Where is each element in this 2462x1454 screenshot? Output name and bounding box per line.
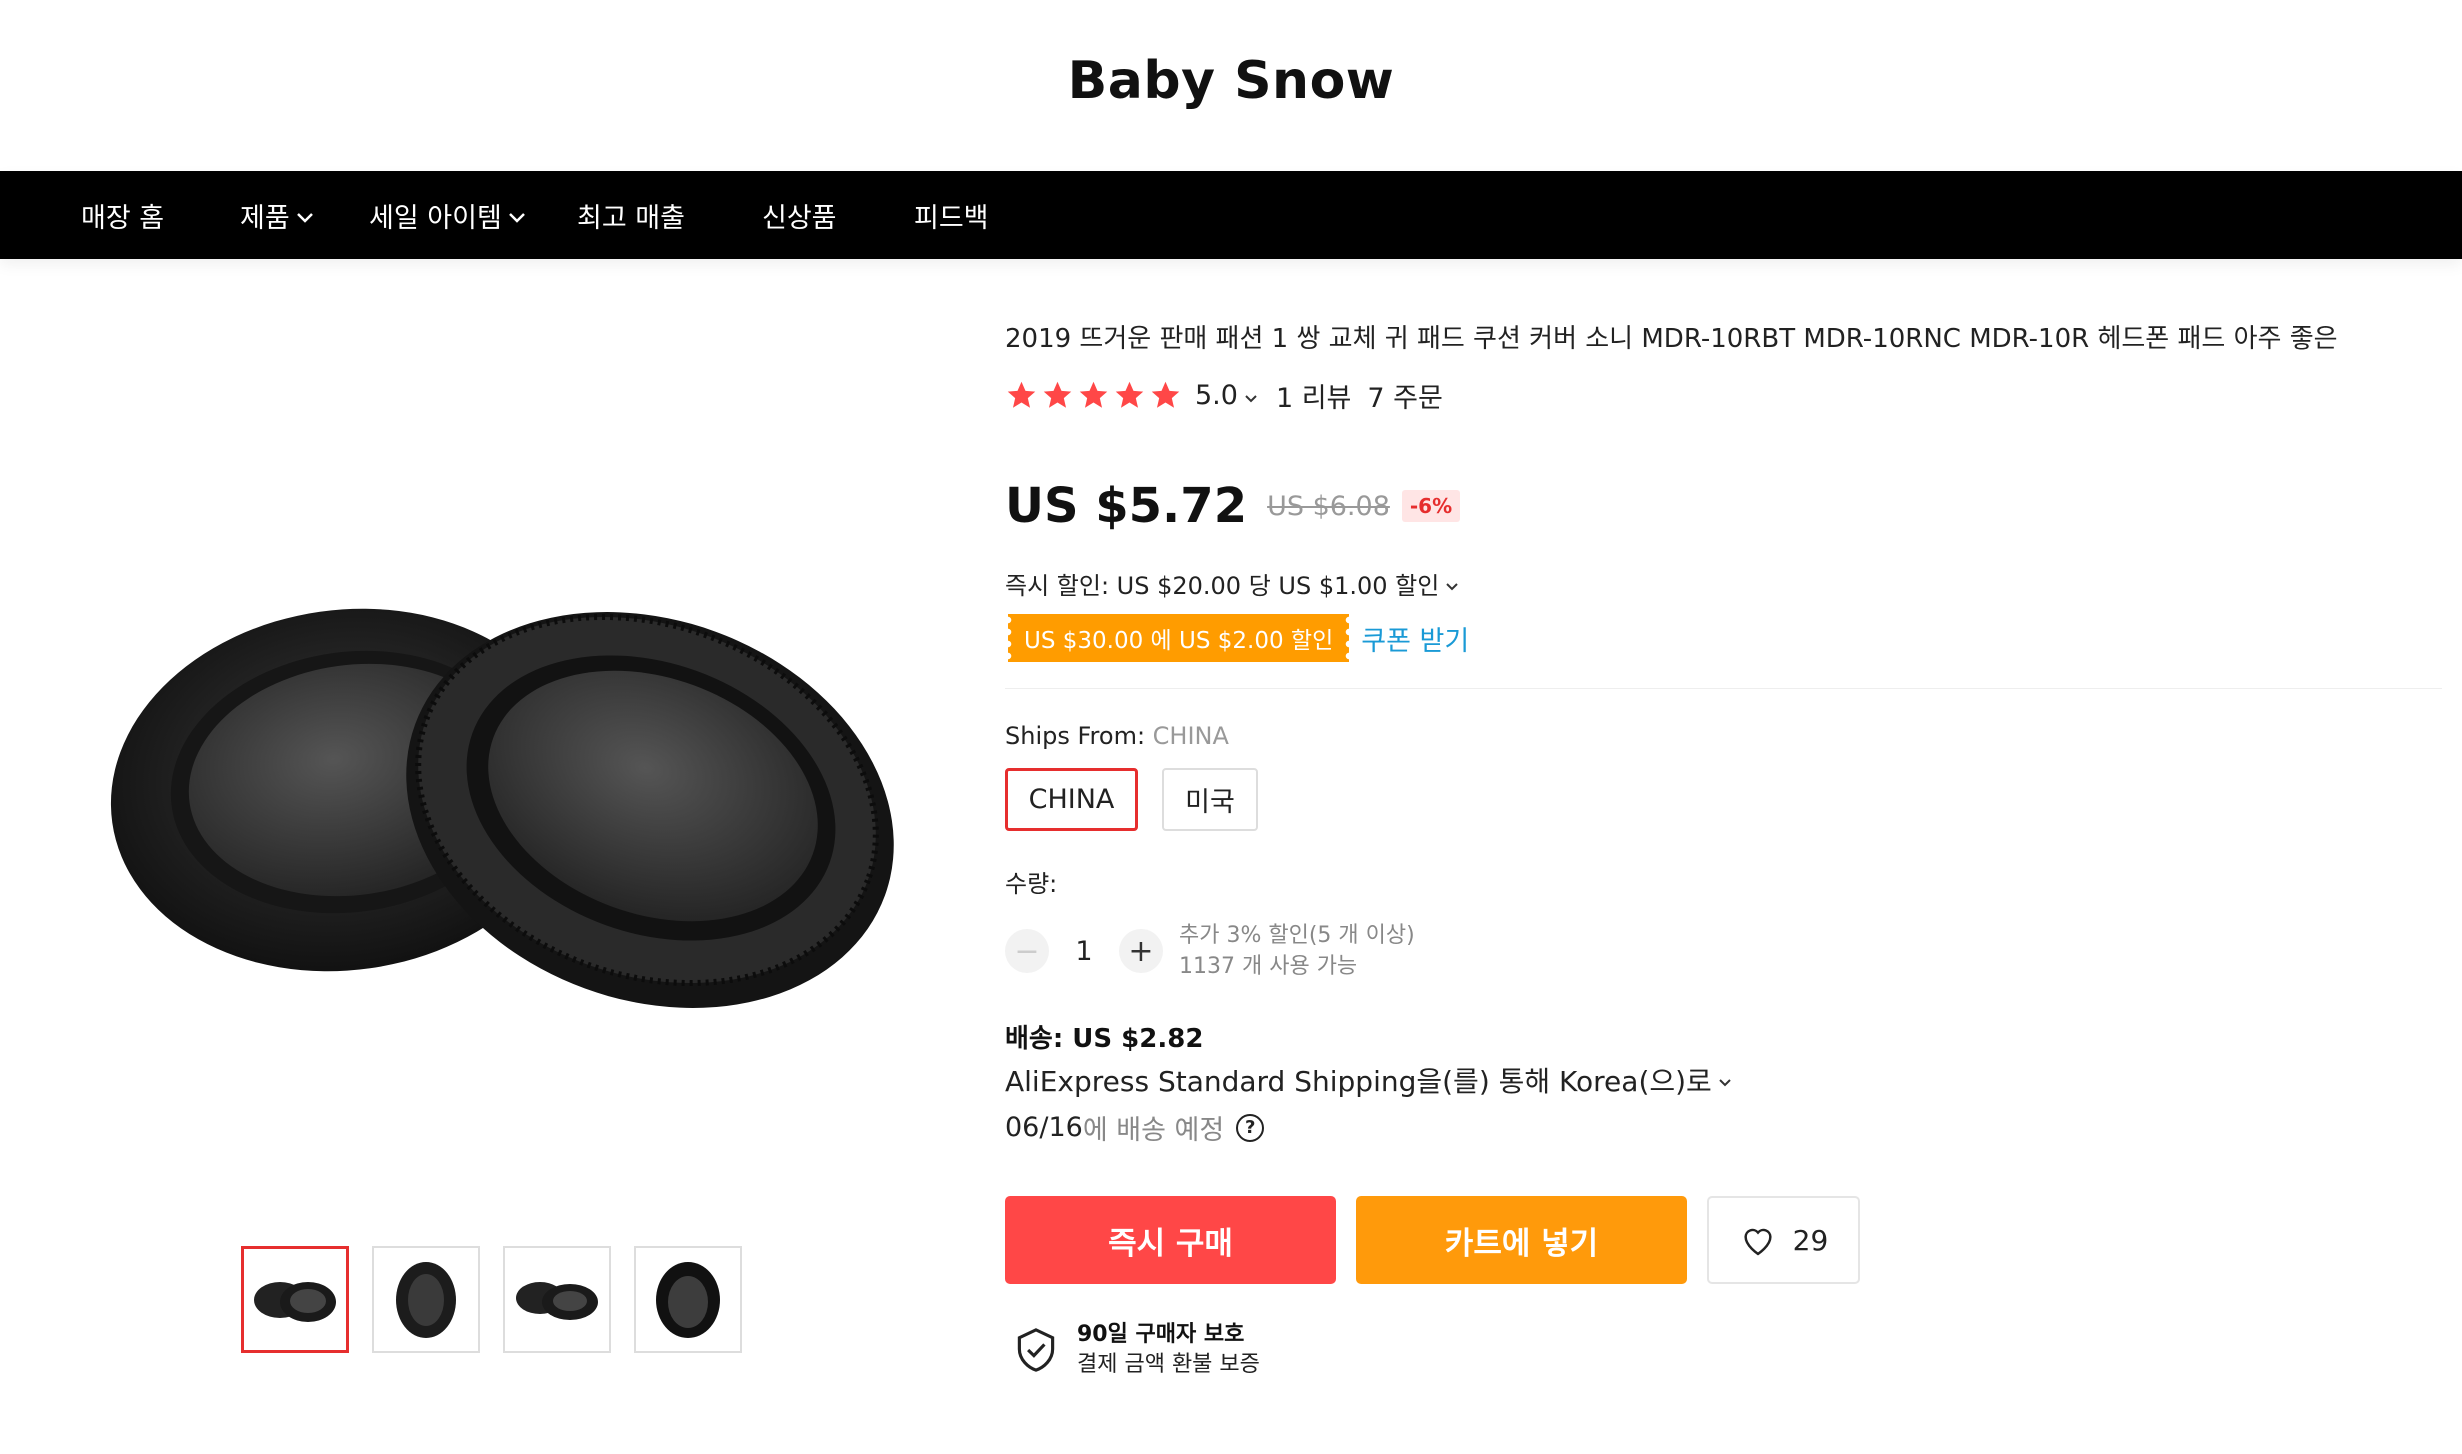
- get-coupon-link[interactable]: 쿠폰 받기: [1361, 619, 1469, 658]
- thumbnail-4[interactable]: [634, 1246, 742, 1353]
- original-price: US $6.08: [1267, 490, 1390, 522]
- star-icon: [1007, 381, 1036, 408]
- shipping-method-text: AliExpress Standard Shipping을(를) 통해 Kore…: [1005, 1065, 1712, 1098]
- store-name[interactable]: Baby Snow: [1068, 51, 1395, 111]
- nav-products[interactable]: 제품: [240, 171, 314, 259]
- ships-option-usa[interactable]: 미국: [1162, 768, 1258, 831]
- chevron-down-icon: [508, 213, 525, 223]
- nav-label: 매장 홈: [81, 202, 165, 234]
- bulk-discount-note: 추가 3% 할인(5 개 이상): [1179, 923, 1415, 948]
- store-navbar: 매장 홈 제품 세일 아이템 최고 매출 신상품 피드백: [0, 171, 2462, 259]
- quantity-stepper: − 1 + 추가 3% 할인(5 개 이상) 1137 개 사용 가능: [1005, 920, 1415, 982]
- star-icon: [1079, 381, 1108, 408]
- ships-from-value: CHINA: [1152, 722, 1229, 750]
- thumbnail-image: [396, 1261, 456, 1338]
- shield-check-icon: [1017, 1328, 1055, 1372]
- shipping-method[interactable]: AliExpress Standard Shipping을(를) 통해 Kore…: [1005, 1060, 1732, 1100]
- nav-store-home[interactable]: 매장 홈: [81, 171, 164, 259]
- discount-badge: -6%: [1401, 490, 1461, 522]
- quantity-value[interactable]: 1: [1049, 936, 1119, 967]
- nav-best-sellers[interactable]: 최고 매출: [577, 171, 685, 259]
- store-header: Baby Snow: [0, 0, 2462, 171]
- wishlist-count: 29: [1792, 1223, 1829, 1257]
- thumbnail-image: [516, 1281, 598, 1320]
- divider: [1005, 688, 2442, 689]
- star-icon: [1115, 381, 1144, 408]
- nav-label: 제품: [240, 202, 290, 234]
- chevron-down-icon: [1719, 1079, 1731, 1087]
- delivery-estimate: 06/16 에 배송 예정 ?: [1005, 1108, 1265, 1147]
- thumbnail-image: [656, 1261, 720, 1338]
- thumbnail-image: [254, 1281, 336, 1322]
- nav-feedback[interactable]: 피드백: [914, 171, 989, 259]
- nav-sale-items[interactable]: 세일 아이템: [369, 171, 526, 259]
- current-price: US $5.72: [1005, 478, 1248, 534]
- nav-label: 신상품: [762, 202, 837, 234]
- star-icon: [1151, 381, 1180, 408]
- delivery-date: 06/16: [1005, 1112, 1083, 1143]
- coupon-row: US $30.00 에 US $2.00 할인 쿠폰 받기: [1008, 614, 1469, 662]
- protection-text: 90일 구매자 보호 결제 금액 환불 보증: [1077, 1320, 1260, 1380]
- coupon-tag: US $30.00 에 US $2.00 할인: [1008, 614, 1350, 662]
- rating-score[interactable]: 5.0: [1195, 380, 1238, 411]
- add-to-cart-button[interactable]: 카트에 넣기: [1356, 1196, 1687, 1284]
- available-stock: 1137 개 사용 가능: [1179, 954, 1358, 979]
- thumbnail-1[interactable]: [241, 1246, 349, 1353]
- ear-pads-image: [110, 608, 894, 1008]
- thumbnail-strip: [241, 1246, 742, 1353]
- chevron-down-icon: [1446, 582, 1459, 590]
- quantity-label: 수량:: [1005, 870, 1058, 898]
- buyer-protection: 90일 구매자 보호 결제 금액 환불 보증: [1015, 1320, 1260, 1380]
- instant-discount-text: 즉시 할인: US $20.00 당 US $1.00 할인: [1005, 572, 1440, 600]
- nav-new-arrivals[interactable]: 신상품: [762, 171, 837, 259]
- quantity-minus-button[interactable]: −: [1005, 929, 1049, 973]
- price-row: US $5.72 US $6.08 -6%: [1005, 478, 1461, 534]
- protection-subtitle: 결제 금액 환불 보증: [1077, 1352, 1260, 1377]
- thumbnail-2[interactable]: [372, 1246, 480, 1353]
- nav-label: 세일 아이템: [369, 202, 502, 234]
- nav-label: 최고 매출: [577, 202, 685, 234]
- product-main-image[interactable]: [95, 560, 915, 1080]
- chevron-down-icon: [296, 213, 313, 223]
- help-icon[interactable]: ?: [1236, 1113, 1265, 1142]
- review-count[interactable]: 1 리뷰: [1276, 376, 1351, 415]
- quantity-plus-button[interactable]: +: [1119, 929, 1163, 973]
- chevron-down-icon[interactable]: [1244, 394, 1258, 404]
- nav-label: 피드백: [914, 202, 989, 234]
- delivery-date-suffix: 에 배송 예정: [1082, 1115, 1225, 1146]
- buy-now-button[interactable]: 즉시 구매: [1005, 1196, 1336, 1284]
- thumbnail-3[interactable]: [503, 1246, 611, 1353]
- heart-icon: [1744, 1228, 1772, 1256]
- shipping-cost: 배송: US $2.82: [1005, 1024, 1204, 1054]
- product-title: 2019 뜨거운 판매 패션 1 쌍 교체 귀 패드 쿠션 커버 소니 MDR-…: [1005, 324, 2338, 354]
- quantity-note: 추가 3% 할인(5 개 이상) 1137 개 사용 가능: [1179, 920, 1415, 982]
- star-icon: [1043, 381, 1072, 408]
- ships-option-china[interactable]: CHINA: [1005, 768, 1138, 831]
- wishlist-button[interactable]: 29: [1707, 1196, 1860, 1284]
- ships-from-label: Ships From: CHINA: [1005, 722, 1229, 750]
- rating-row: 5.0 1 리뷰 7 주문: [1005, 376, 1443, 415]
- instant-discount[interactable]: 즉시 할인: US $20.00 당 US $1.00 할인: [1005, 566, 1459, 601]
- protection-title: 90일 구매자 보호: [1077, 1322, 1245, 1347]
- ships-from-text: Ships From:: [1005, 722, 1153, 750]
- order-count: 7 주문: [1367, 383, 1443, 414]
